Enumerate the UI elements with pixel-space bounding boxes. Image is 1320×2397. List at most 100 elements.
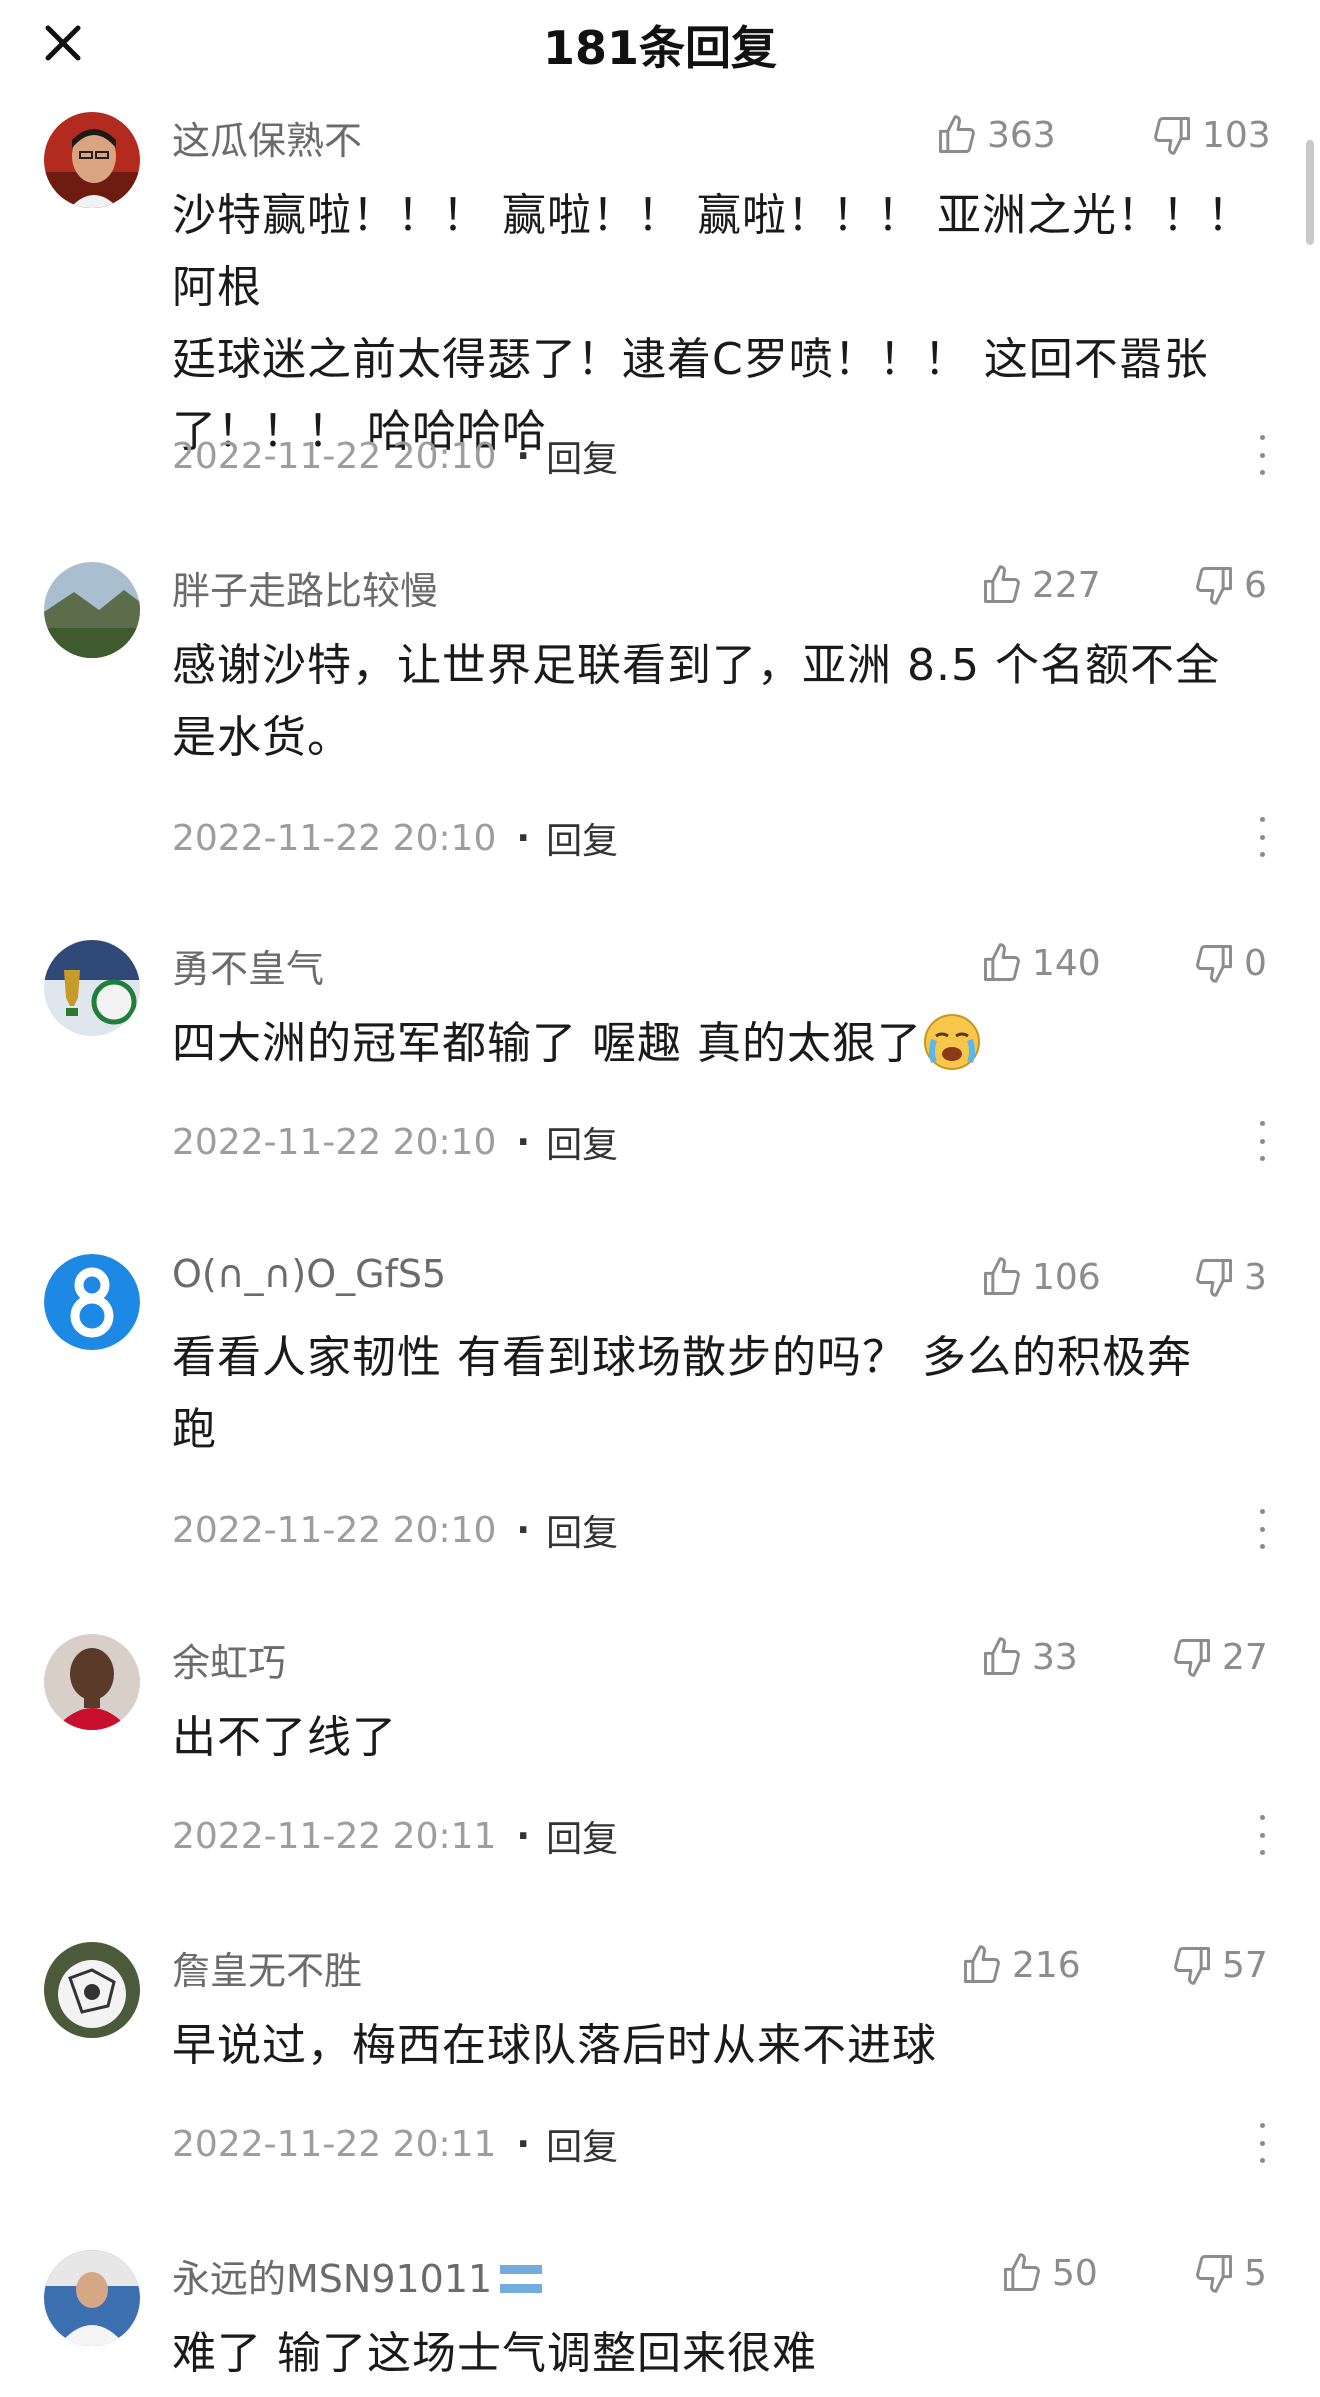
- dislike-button[interactable]: 3: [1192, 1252, 1267, 1302]
- comment-text: 难了 输了这场士气调整回来很难: [172, 2318, 1272, 2390]
- like-button[interactable]: 106: [980, 1252, 1101, 1302]
- comment-line: 跑: [172, 1404, 217, 1455]
- reply-link[interactable]: 回复: [546, 1504, 618, 1556]
- separator-dot: ·: [516, 1121, 531, 1163]
- avatar[interactable]: [44, 562, 140, 658]
- username[interactable]: 詹皇无不胜: [172, 1940, 362, 1995]
- reply-link[interactable]: 回复: [546, 1116, 618, 1168]
- comment-text: 沙特赢啦！！！ 赢啦！！ 赢啦！！！ 亚洲之光！！！ 阿根 廷球迷之前太得瑟了！…: [172, 180, 1272, 468]
- comment-meta: 2022-11-22 20:10 · 回复: [172, 812, 618, 864]
- thumbs-down-icon: [1174, 1947, 1210, 1985]
- avatar[interactable]: [44, 1942, 140, 2038]
- like-count: 363: [987, 114, 1056, 156]
- avatar[interactable]: [44, 112, 140, 208]
- like-button[interactable]: 216: [960, 1940, 1081, 1990]
- dislike-button[interactable]: 27: [1170, 1632, 1268, 1682]
- avatar[interactable]: [44, 940, 140, 1036]
- like-button[interactable]: 33: [980, 1632, 1078, 1682]
- username[interactable]: 勇不皇气: [172, 938, 324, 993]
- dislike-count: 5: [1244, 2252, 1267, 2294]
- like-button[interactable]: 140: [980, 938, 1101, 988]
- thumbs-down-icon: [1196, 567, 1232, 605]
- thumbs-down-icon: [1154, 117, 1190, 155]
- timestamp: 2022-11-22 20:10: [172, 817, 497, 859]
- username[interactable]: 余虹巧: [172, 1632, 286, 1687]
- dislike-button[interactable]: 57: [1170, 1940, 1268, 1990]
- avatar[interactable]: [44, 1254, 140, 1350]
- comment-line: 廷球迷之前太得瑟了！逮着C罗喷！！！ 这回不嚣张: [172, 334, 1209, 385]
- separator-dot: ·: [516, 817, 531, 859]
- avatar[interactable]: [44, 1634, 140, 1730]
- thumbs-up-icon: [939, 115, 975, 153]
- dislike-button[interactable]: 103: [1150, 110, 1271, 160]
- separator-dot: ·: [516, 2123, 531, 2165]
- reply-link[interactable]: 回复: [546, 2118, 618, 2170]
- comment-line-text: 四大洲的冠军都输了 喔趣 真的太狠了: [172, 1018, 922, 1069]
- comment-line: 出不了线了: [172, 1712, 397, 1763]
- more-options-icon[interactable]: [1250, 2123, 1274, 2163]
- separator-dot: ·: [516, 435, 531, 477]
- more-options-icon[interactable]: [1250, 1121, 1274, 1161]
- timestamp: 2022-11-22 20:10: [172, 435, 497, 477]
- username[interactable]: 这瓜保熟不: [172, 110, 362, 165]
- dislike-button[interactable]: 0: [1192, 938, 1267, 988]
- comment-line: 四大洲的冠军都输了 喔趣 真的太狠了: [172, 1008, 1272, 1080]
- thumbs-down-icon: [1196, 2255, 1232, 2293]
- timestamp: 2022-11-22 20:11: [172, 1815, 497, 1857]
- comment-text: 出不了线了: [172, 1702, 1272, 1774]
- dislike-count: 3: [1244, 1256, 1267, 1298]
- comment-line: 沙特赢啦！！！ 赢啦！！ 赢啦！！！ 亚洲之光！！！ 阿根: [172, 190, 1252, 313]
- like-button[interactable]: 50: [1000, 2248, 1098, 2298]
- dislike-button[interactable]: 6: [1192, 560, 1267, 610]
- comment-text: 早说过，梅西在球队落后时从来不进球: [172, 2010, 1272, 2082]
- thumbs-up-icon: [984, 1257, 1020, 1295]
- more-options-icon[interactable]: [1250, 1509, 1274, 1549]
- header: 181条回复: [0, 0, 1320, 90]
- thumbs-up-icon: [984, 943, 1020, 981]
- like-button[interactable]: 227: [980, 560, 1101, 610]
- comment-line: 难了 输了这场士气调整回来很难: [172, 2328, 817, 2379]
- username[interactable]: 胖子走路比较慢: [172, 560, 438, 615]
- username-text: 永远的MSN91011: [172, 2257, 493, 2301]
- reply-link[interactable]: 回复: [546, 430, 618, 482]
- reply-link[interactable]: 回复: [546, 1810, 618, 1862]
- more-options-icon[interactable]: [1250, 435, 1274, 475]
- thumbs-down-icon: [1196, 1259, 1232, 1297]
- comment-line: 感谢沙特，让世界足联看到了，亚洲 8.5 个名额不全: [172, 640, 1220, 691]
- dislike-count: 103: [1202, 114, 1271, 156]
- comment-meta: 2022-11-22 20:10 · 回复: [172, 430, 618, 482]
- thumbs-up-icon: [1004, 2253, 1040, 2291]
- like-button[interactable]: 363: [935, 110, 1056, 160]
- timestamp: 2022-11-22 20:10: [172, 1121, 497, 1163]
- username[interactable]: O(∩_∩)O_GfS5: [172, 1252, 446, 1296]
- dislike-count: 0: [1244, 942, 1267, 984]
- comment-text: 看看人家韧性 有看到球场散步的吗？ 多么的积极奔 跑: [172, 1322, 1272, 1466]
- like-count: 140: [1032, 942, 1101, 984]
- page-title: 181条回复: [542, 21, 778, 75]
- comment-meta: 2022-11-22 20:11 · 回复: [172, 1810, 618, 1862]
- dislike-count: 27: [1222, 1636, 1268, 1678]
- more-options-icon[interactable]: [1250, 1815, 1274, 1855]
- scrollbar[interactable]: [1306, 140, 1314, 245]
- crying-emoji-icon: [923, 1014, 980, 1070]
- thumbs-up-icon: [984, 565, 1020, 603]
- comment-meta: 2022-11-22 20:11 · 回复: [172, 2118, 618, 2170]
- argentina-flag-icon: [500, 2264, 543, 2293]
- comment-text: 四大洲的冠军都输了 喔趣 真的太狠了: [172, 1008, 1272, 1080]
- more-options-icon[interactable]: [1250, 817, 1274, 857]
- separator-dot: ·: [516, 1815, 531, 1857]
- dislike-button[interactable]: 5: [1192, 2248, 1267, 2298]
- thumbs-down-icon: [1174, 1639, 1210, 1677]
- username[interactable]: 永远的MSN91011: [172, 2248, 543, 2303]
- comment-line: 看看人家韧性 有看到球场散步的吗？ 多么的积极奔: [172, 1332, 1192, 1383]
- dislike-count: 6: [1244, 564, 1267, 606]
- timestamp: 2022-11-22 20:11: [172, 2123, 497, 2165]
- dislike-count: 57: [1222, 1944, 1268, 1986]
- comment-line: 是水货。: [172, 712, 352, 763]
- thumbs-down-icon: [1196, 945, 1232, 983]
- reply-link[interactable]: 回复: [546, 812, 618, 864]
- like-count: 33: [1032, 1636, 1078, 1678]
- avatar[interactable]: [44, 2250, 140, 2346]
- comment-meta: 2022-11-22 20:10 · 回复: [172, 1116, 618, 1168]
- comment-text: 感谢沙特，让世界足联看到了，亚洲 8.5 个名额不全 是水货。: [172, 630, 1272, 774]
